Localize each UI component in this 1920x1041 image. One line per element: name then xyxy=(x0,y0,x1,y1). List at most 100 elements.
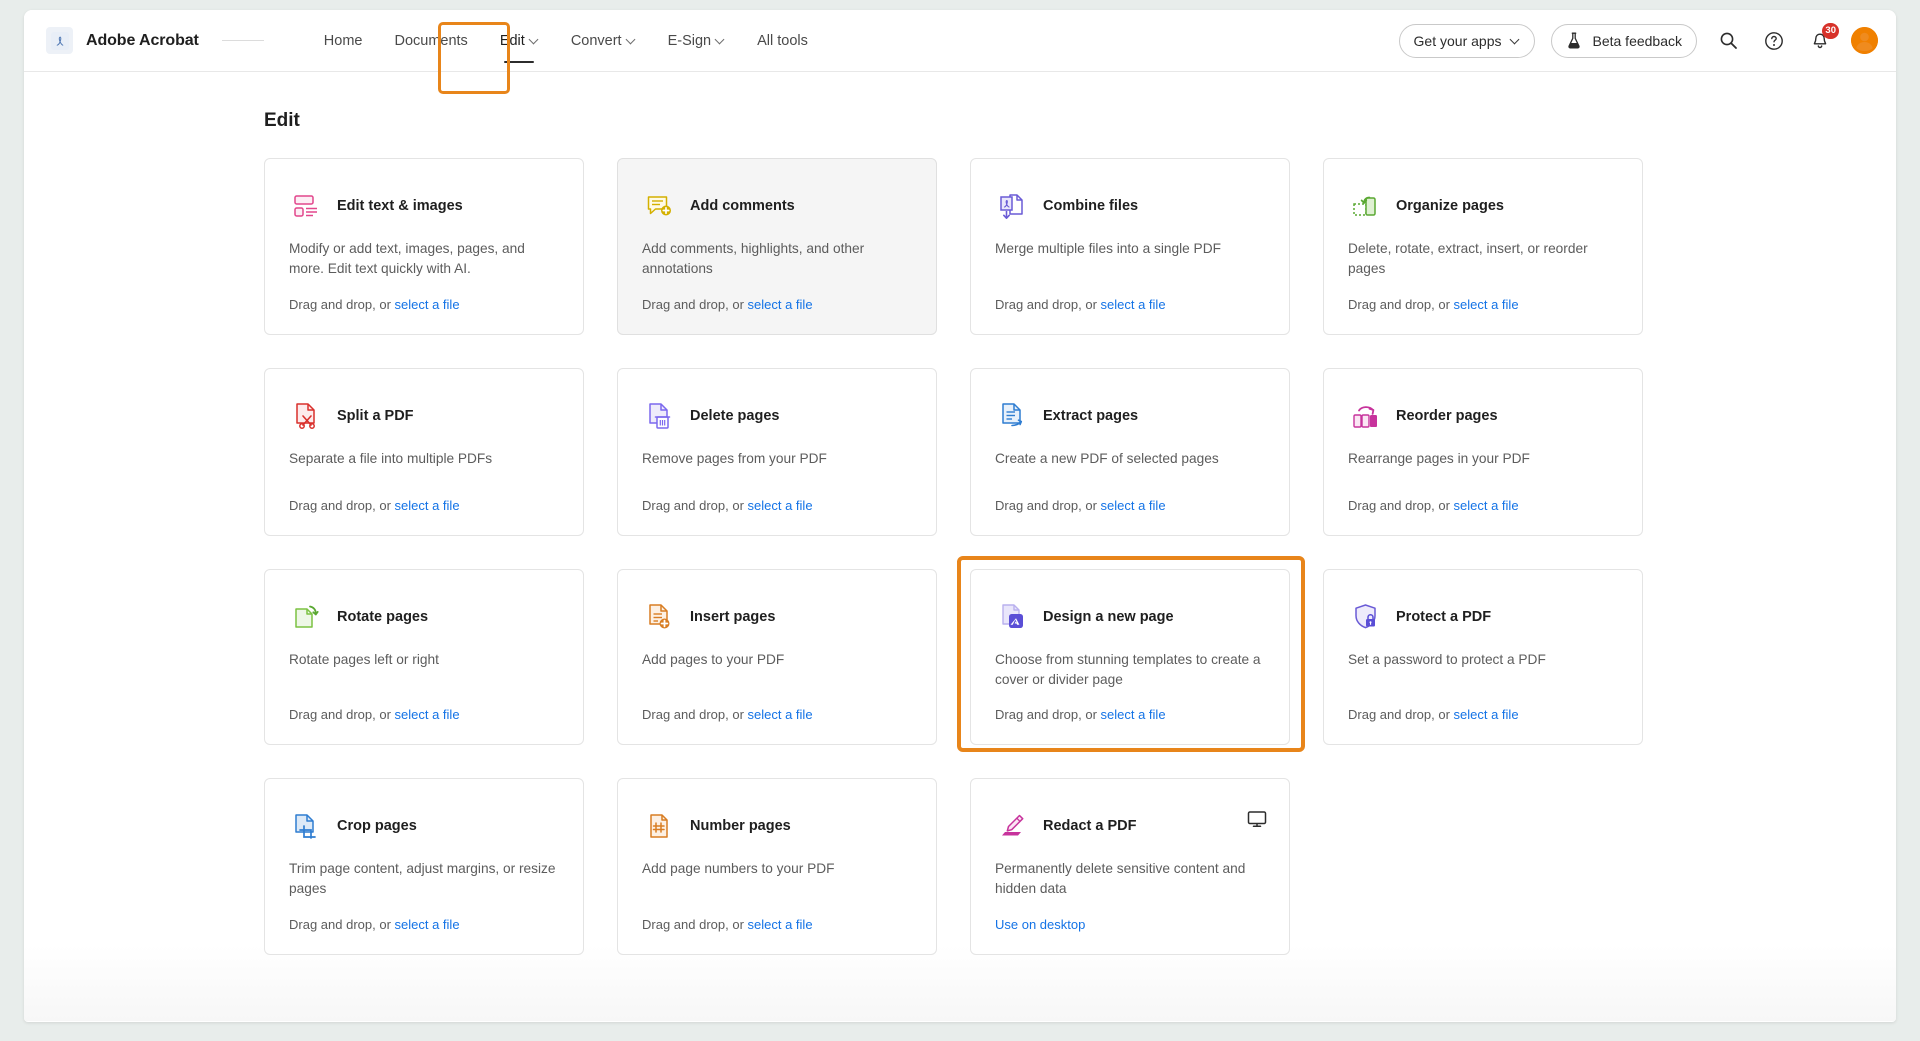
select-a-file-link[interactable]: select a file xyxy=(395,707,460,722)
chevron-down-icon xyxy=(716,35,725,44)
card-title: Protect a PDF xyxy=(1396,608,1492,625)
card-header: Combine files xyxy=(995,189,1265,223)
tool-card-number-pages[interactable]: Number pages Add page numbers to your PD… xyxy=(617,778,937,956)
reorder-pages-icon xyxy=(1348,399,1382,433)
card-title: Reorder pages xyxy=(1396,407,1498,424)
header-actions: Get your apps Beta feedback 30 xyxy=(1398,22,1878,58)
card-action: Drag and drop, or select a file xyxy=(1348,279,1618,312)
nav-item-all-tools[interactable]: All tools xyxy=(741,10,824,71)
card-title: Delete pages xyxy=(690,407,780,424)
card-action: Drag and drop, or select a file xyxy=(289,899,559,932)
avatar[interactable] xyxy=(1851,27,1878,54)
select-a-file-link[interactable]: select a file xyxy=(1101,707,1166,722)
flask-icon xyxy=(1568,32,1581,49)
active-tab-underline xyxy=(504,60,535,63)
crop-pages-icon xyxy=(289,809,323,843)
select-a-file-link[interactable]: select a file xyxy=(1454,498,1519,513)
nav-label: All tools xyxy=(757,32,808,49)
card-header: Insert pages xyxy=(642,600,912,634)
main-nav: Home Documents Edit Convert E-Sign All t… xyxy=(308,10,824,71)
drag-drop-label: Drag and drop, or xyxy=(642,707,748,723)
select-a-file-link[interactable]: select a file xyxy=(748,917,813,932)
help-icon xyxy=(1765,31,1783,50)
card-action: Drag and drop, or select a file xyxy=(642,899,912,932)
select-a-file-link[interactable]: select a file xyxy=(395,917,460,932)
select-a-file-link[interactable]: select a file xyxy=(748,707,813,722)
card-action: Drag and drop, or select a file xyxy=(289,279,559,312)
extract-pages-icon xyxy=(995,399,1029,433)
insert-pages-icon xyxy=(642,600,676,634)
drag-drop-label: Drag and drop, or xyxy=(642,296,748,312)
tool-card-reorder-pages[interactable]: Reorder pages Rearrange pages in your PD… xyxy=(1323,367,1643,536)
select-a-file-link[interactable]: select a file xyxy=(1101,498,1166,513)
nav-label: E-Sign xyxy=(667,32,712,49)
card-description: Rearrange pages in your PDF xyxy=(1348,450,1530,466)
drag-drop-label: Drag and drop, or xyxy=(995,707,1101,723)
tool-card-combine-files[interactable]: Combine files Merge multiple files into … xyxy=(970,158,1290,335)
tool-card-split-pdf[interactable]: Split a PDF Separate a file into multipl… xyxy=(264,367,584,536)
tool-card-extract-pages[interactable]: Extract pages Create a new PDF of select… xyxy=(970,367,1290,536)
get-your-apps-button[interactable]: Get your apps xyxy=(1398,23,1536,58)
help-button[interactable] xyxy=(1759,26,1789,56)
nav-item-esign[interactable]: E-Sign xyxy=(652,10,742,71)
tool-card-design-new-page[interactable]: Design a new page Choose from stunning t… xyxy=(957,555,1305,752)
drag-drop-label: Drag and drop, or xyxy=(1348,707,1454,723)
nav-item-home[interactable]: Home xyxy=(308,10,379,71)
drag-drop-label: Drag and drop, or xyxy=(1348,497,1454,513)
card-header: Redact a PDF xyxy=(995,809,1265,843)
desktop-monitor-icon xyxy=(1247,809,1267,829)
card-description: Modify or add text, images, pages, and m… xyxy=(289,241,525,276)
search-button[interactable] xyxy=(1713,26,1743,56)
card-title: Split a PDF xyxy=(337,407,414,424)
tool-card-protect-pdf[interactable]: Protect a PDF Set a password to protect … xyxy=(1323,568,1643,746)
drag-drop-label: Drag and drop, or xyxy=(289,707,395,723)
drag-drop-label: Drag and drop, or xyxy=(642,497,748,513)
tool-card-edit-text-images[interactable]: Edit text & images Modify or add text, i… xyxy=(264,158,584,335)
edit-text-images-icon xyxy=(289,189,323,223)
tool-card-add-comments[interactable]: Add comments Add comments, highlights, a… xyxy=(617,158,937,335)
drag-drop-label: Drag and drop, or xyxy=(289,917,395,933)
beta-feedback-button[interactable]: Beta feedback xyxy=(1551,23,1697,58)
nav-item-documents[interactable]: Documents xyxy=(378,10,483,71)
card-title: Organize pages xyxy=(1396,198,1504,214)
get-your-apps-label: Get your apps xyxy=(1413,32,1502,49)
card-title: Add comments xyxy=(690,198,795,214)
card-title: Combine files xyxy=(1043,198,1139,214)
search-icon xyxy=(1720,32,1737,49)
nav-item-convert[interactable]: Convert xyxy=(555,10,652,71)
notification-badge: 30 xyxy=(1822,22,1839,39)
redact-pdf-icon xyxy=(995,809,1029,843)
nav-label: Documents xyxy=(394,32,468,49)
tool-card-delete-pages[interactable]: Delete pages Remove pages from your PDF … xyxy=(617,367,937,536)
select-a-file-link[interactable]: select a file xyxy=(1101,297,1166,312)
tool-card-redact-pdf[interactable]: Redact a PDF Permanently delete sensitiv… xyxy=(970,778,1290,956)
brand-name: Adobe Acrobat xyxy=(86,31,199,49)
tool-card-rotate-pages[interactable]: Rotate pages Rotate pages left or right … xyxy=(264,568,584,746)
select-a-file-link[interactable]: select a file xyxy=(395,498,460,513)
card-header: Design a new page xyxy=(995,600,1265,634)
card-header: Number pages xyxy=(642,809,912,843)
select-a-file-link[interactable]: select a file xyxy=(395,297,460,312)
card-action: Drag and drop, or select a file xyxy=(995,689,1265,722)
tool-card-organize-pages[interactable]: Organize pages Delete, rotate, extract, … xyxy=(1323,158,1643,335)
select-a-file-link[interactable]: select a file xyxy=(1454,297,1519,312)
select-a-file-link[interactable]: select a file xyxy=(1454,707,1519,722)
tool-card-insert-pages[interactable]: Insert pages Add pages to your PDF Drag … xyxy=(617,568,937,746)
select-a-file-link[interactable]: select a file xyxy=(748,498,813,513)
select-a-file-link[interactable]: select a file xyxy=(748,297,813,312)
adobe-acrobat-logo-icon xyxy=(46,27,73,54)
nav-item-edit[interactable]: Edit xyxy=(484,10,555,71)
use-on-desktop-link[interactable]: Use on desktop xyxy=(995,917,1085,932)
card-description: Trim page content, adjust margins, or re… xyxy=(289,861,556,897)
notifications-button[interactable]: 30 xyxy=(1805,22,1839,56)
tool-card-crop-pages[interactable]: Crop pages Trim page content, adjust mar… xyxy=(264,778,584,956)
chevron-down-icon xyxy=(530,35,539,44)
beta-feedback-label: Beta feedback xyxy=(1592,32,1682,49)
delete-pages-icon xyxy=(642,399,676,433)
card-title: Redact a PDF xyxy=(1043,818,1137,835)
card-title: Edit text & images xyxy=(337,198,463,214)
brand[interactable]: Adobe Acrobat xyxy=(46,27,264,54)
nav-label: Convert xyxy=(570,32,622,49)
combine-files-icon xyxy=(995,189,1029,223)
card-action: Use on desktop xyxy=(995,899,1265,932)
